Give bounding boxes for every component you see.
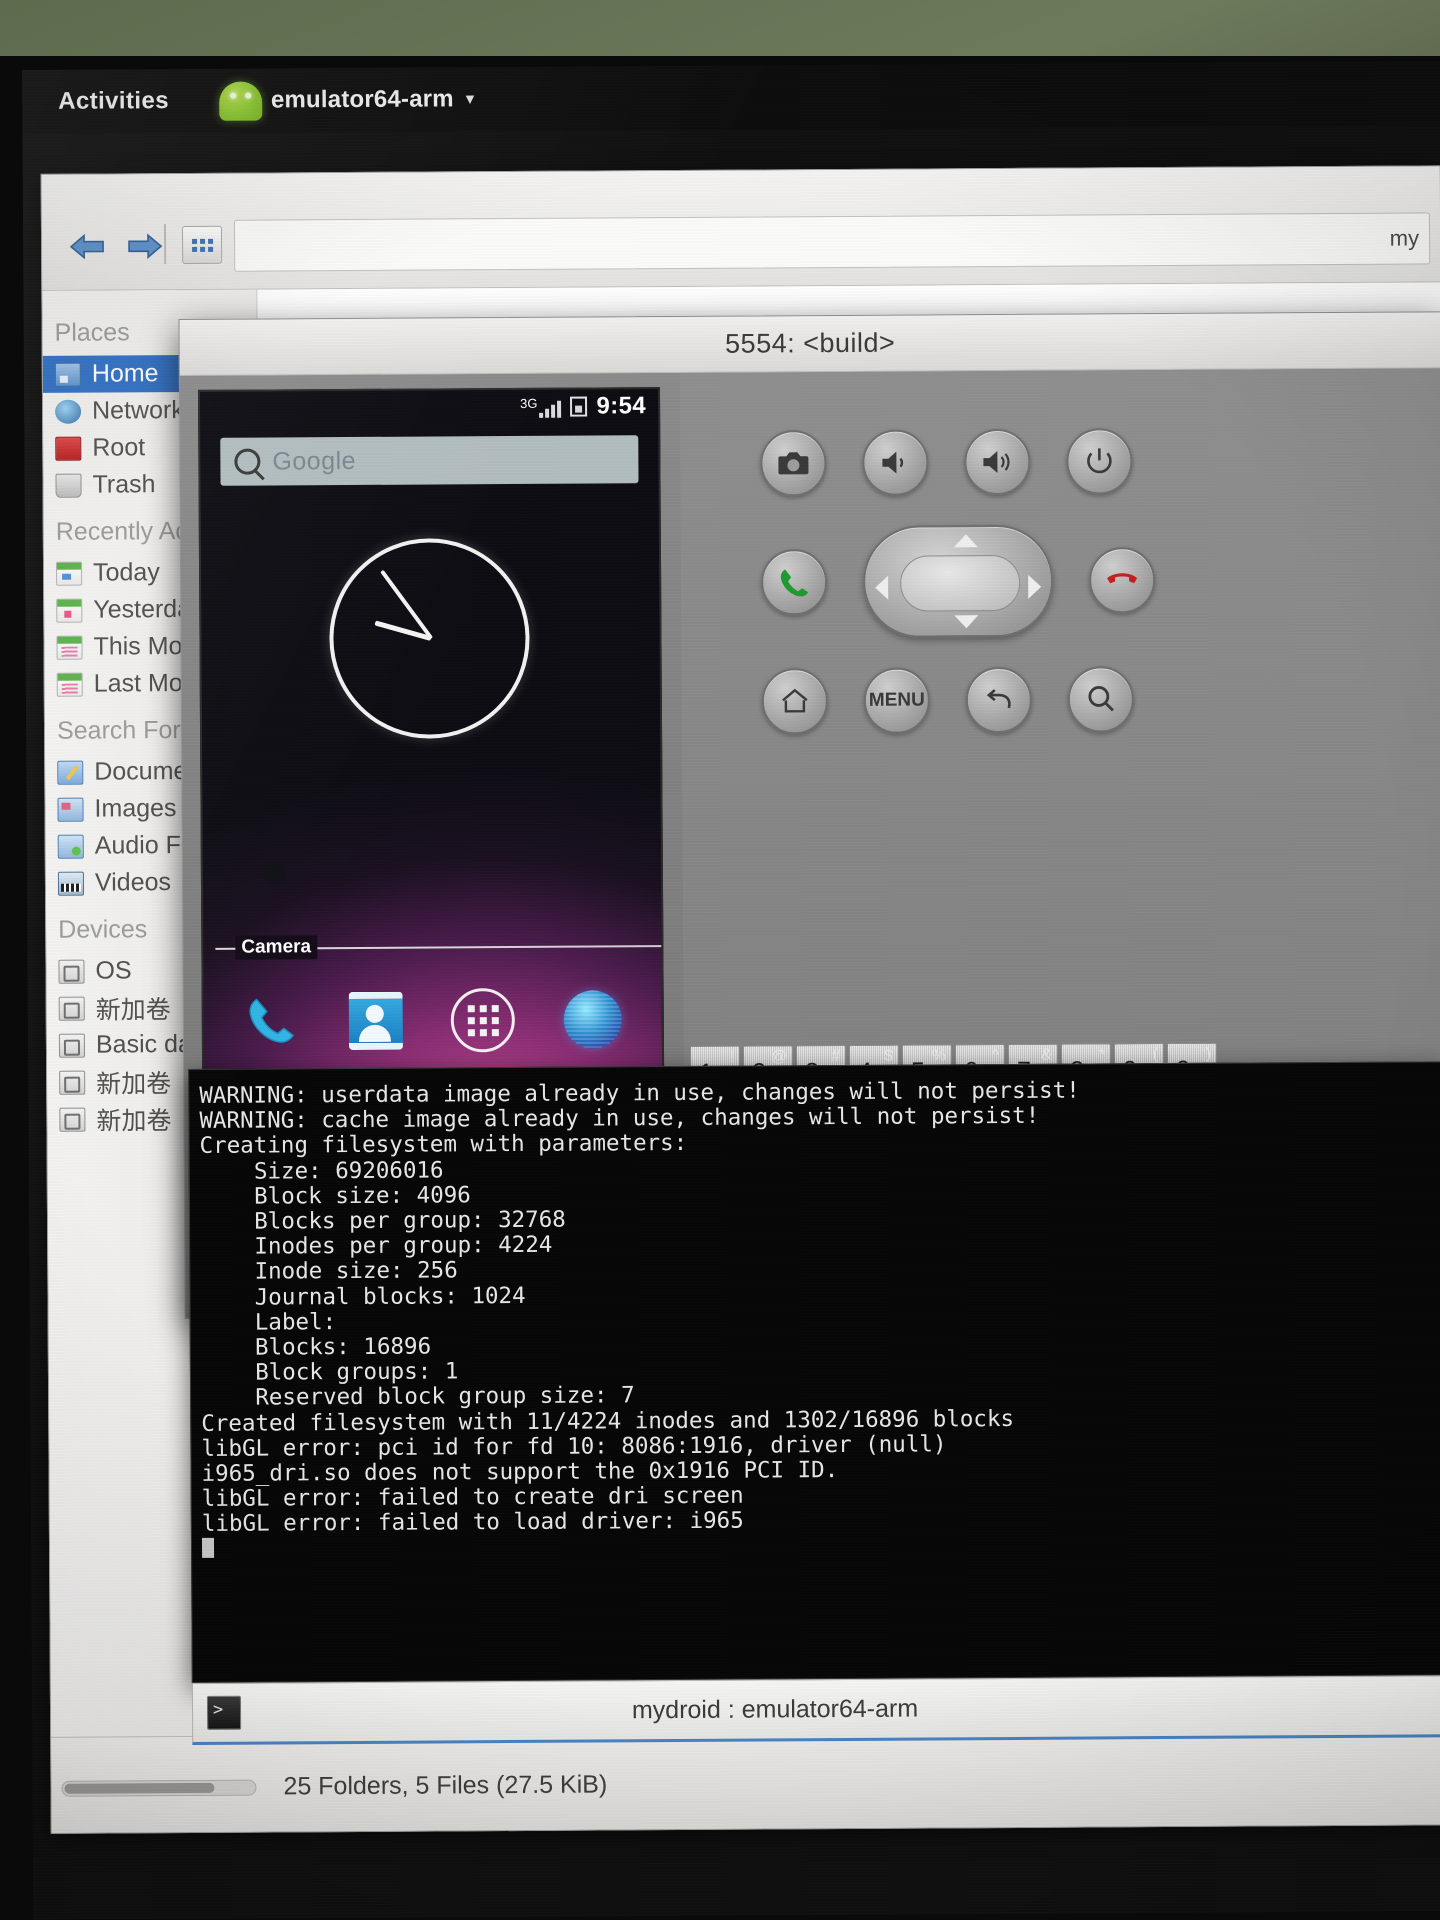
trash-icon: [55, 473, 82, 498]
chevron-down-icon: ▾: [465, 89, 475, 109]
app-menu-label: emulator64-arm: [270, 85, 454, 114]
sidebar-item-label: OS: [95, 956, 132, 985]
search-button[interactable]: [1067, 666, 1135, 733]
contacts-icon[interactable]: [348, 991, 403, 1051]
sidebar-item-label: 新加卷: [96, 1069, 172, 1099]
dpad[interactable]: [862, 524, 1054, 638]
images-icon: [57, 797, 84, 822]
gnome-top-bar: Activities emulator64-arm ▾: [22, 61, 1440, 134]
back-arrow-icon[interactable]: [68, 232, 106, 260]
drive-icon: [58, 1033, 86, 1058]
sidebar-item-label: Images: [94, 794, 177, 823]
calendar-today-icon: [56, 561, 83, 586]
calendar-yesterday-icon: [56, 598, 83, 623]
drive-icon: [59, 1070, 86, 1095]
audio-icon: [57, 834, 84, 859]
sidebar-item-label: Trash: [92, 470, 156, 499]
camera-label: Camera: [235, 935, 318, 960]
phone-handset-icon[interactable]: [244, 993, 300, 1049]
drive-icon: [59, 1107, 86, 1132]
battery-icon: [570, 396, 588, 417]
desktop-screen: Activities emulator64-arm ▾ my Places Ho…: [22, 61, 1440, 1920]
drive-icon: [58, 996, 85, 1021]
taskbar-window-title: mydroid : emulator64-arm: [631, 1694, 919, 1724]
sidebar-item-label: Today: [92, 558, 160, 587]
volume-down-button[interactable]: [862, 429, 929, 496]
icon-view-icon[interactable]: [181, 225, 223, 265]
sidebar-item-label: 新加卷: [96, 1106, 172, 1136]
power-button[interactable]: [1066, 428, 1133, 495]
camera-button[interactable]: [760, 430, 827, 497]
video-icon: [57, 871, 85, 896]
android-dock: [204, 977, 663, 1064]
window-taskbar[interactable]: mydroid : emulator64-arm: [191, 1675, 1440, 1745]
terminal-cursor: [201, 1537, 215, 1558]
app-menu[interactable]: emulator64-arm ▾: [218, 80, 475, 121]
emulator-title: 5554: <build>: [179, 312, 1440, 377]
calendar-month-icon: [56, 635, 83, 660]
drive-icon: [58, 959, 85, 984]
document-icon: [57, 760, 84, 785]
google-search-widget[interactable]: Google: [220, 435, 639, 486]
call-button[interactable]: [760, 549, 828, 616]
horizontal-scrollbar[interactable]: [61, 1779, 257, 1797]
sidebar-item-label: Network: [91, 396, 184, 425]
home-button[interactable]: [761, 668, 829, 735]
android-robot-icon: [218, 81, 263, 121]
path-bar-text: my: [1389, 225, 1420, 251]
sidebar-item-label: Videos: [94, 868, 172, 897]
end-call-button[interactable]: [1088, 547, 1156, 614]
sidebar-item-label: Home: [91, 359, 159, 388]
file-count-status: 25 Folders, 5 Files (27.5 KiB): [283, 1770, 608, 1801]
calendar-last-month-icon: [56, 672, 83, 697]
dpad-down-icon[interactable]: [954, 615, 979, 629]
search-placeholder: Google: [272, 446, 357, 475]
android-device-screen[interactable]: 3G 9:54 Google Camera: [197, 387, 665, 1090]
activities-button[interactable]: Activities: [58, 87, 169, 116]
toolbar-separator: [163, 224, 167, 265]
volume-up-button[interactable]: [964, 428, 1031, 496]
root-folder-icon: [55, 436, 82, 461]
network-globe-icon: [55, 399, 82, 424]
android-clock: 9:54: [596, 392, 647, 420]
analog-clock-widget[interactable]: [328, 537, 531, 740]
terminal-output: WARNING: userdata image already in use, …: [189, 1062, 1440, 1564]
back-button[interactable]: [965, 666, 1033, 734]
path-bar[interactable]: my: [233, 212, 1431, 272]
signal-icon: 3G: [520, 395, 562, 418]
home-folder-icon: [54, 362, 81, 387]
file-manager-toolbar: my: [41, 166, 1440, 291]
sidebar-item-label: 新加卷: [95, 995, 171, 1025]
terminal-window[interactable]: WARNING: userdata image already in use, …: [188, 1061, 1440, 1683]
sidebar-item-label: Root: [92, 433, 146, 462]
dpad-left-icon[interactable]: [875, 575, 889, 600]
forward-arrow-icon[interactable]: [126, 232, 164, 260]
browser-globe-icon[interactable]: [563, 990, 622, 1049]
terminal-icon[interactable]: [206, 1695, 242, 1730]
menu-button[interactable]: MENU: [863, 667, 931, 734]
android-status-bar: 3G 9:54: [200, 389, 658, 426]
app-drawer-icon[interactable]: [450, 988, 516, 1053]
search-magnifier-icon: [234, 448, 261, 475]
dpad-right-icon[interactable]: [1028, 574, 1042, 599]
dpad-up-icon[interactable]: [953, 534, 978, 548]
